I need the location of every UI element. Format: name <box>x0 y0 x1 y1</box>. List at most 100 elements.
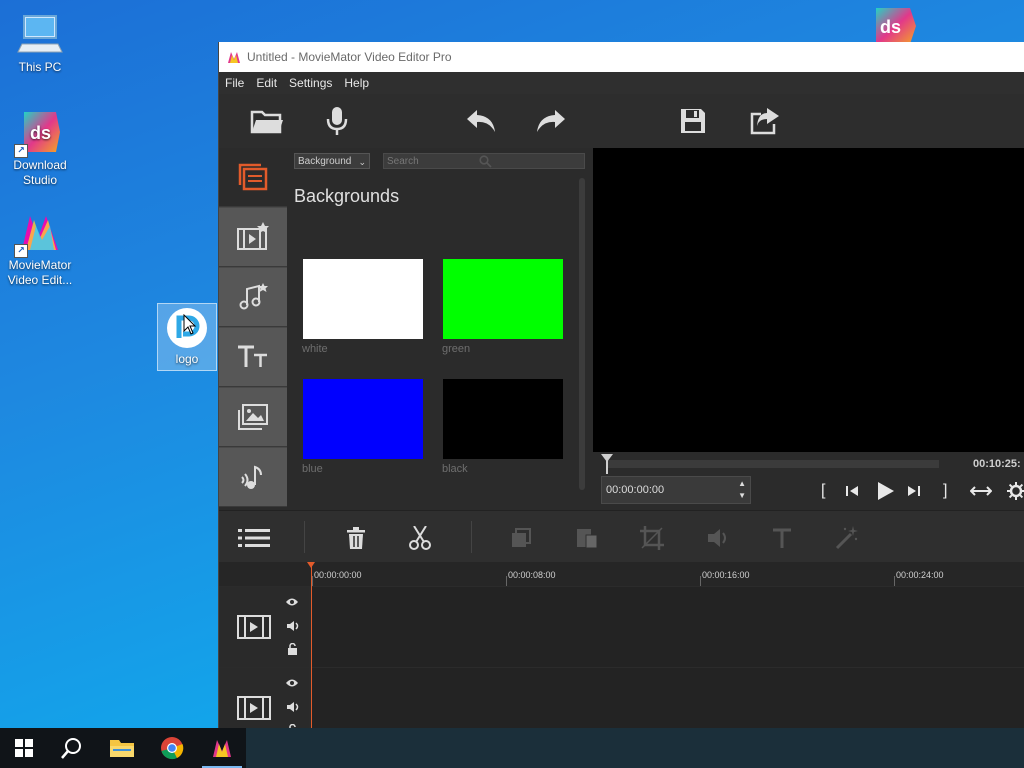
crop-button[interactable] <box>637 523 667 553</box>
export-button[interactable] <box>747 104 783 138</box>
open-button[interactable] <box>249 104 285 138</box>
swatch-label: green <box>442 343 471 355</box>
cut-icon <box>409 526 431 550</box>
timeline-menu-button[interactable] <box>237 523 271 553</box>
eye-icon[interactable] <box>285 597 299 607</box>
menu-file[interactable]: File <box>219 72 250 90</box>
window-titlebar[interactable]: Untitled - MovieMator Video Editor Pro <box>219 42 1024 73</box>
windows-logo-icon <box>15 739 33 757</box>
swatch-label: blue <box>302 463 323 475</box>
sound-effects-icon <box>241 465 262 489</box>
spin-down-icon[interactable]: ▼ <box>738 491 746 501</box>
lock-icon[interactable] <box>287 643 298 655</box>
microphone-icon <box>326 107 348 135</box>
tab-overlays[interactable] <box>219 388 287 447</box>
speaker-icon[interactable] <box>286 620 300 632</box>
paste-button[interactable] <box>572 523 602 553</box>
tab-media-library[interactable] <box>219 148 287 207</box>
speaker-icon[interactable] <box>286 701 300 713</box>
copy-button[interactable] <box>506 523 536 553</box>
window-title: Untitled - MovieMator Video Editor Pro <box>247 50 452 64</box>
volume-button[interactable] <box>703 523 733 553</box>
app-logo-icon <box>228 52 240 63</box>
preview-playhead-line <box>606 460 608 474</box>
timeline-ruler[interactable]: 00:00:00:00 00:00:08:00 00:00:16:00 00:0… <box>219 562 1024 586</box>
taskbar-search-button[interactable] <box>48 728 96 768</box>
previous-frame-icon[interactable] <box>844 483 860 499</box>
video-track-icon <box>237 615 271 639</box>
ds-badge-text: ds <box>30 123 51 143</box>
tab-sound-effects[interactable] <box>219 448 287 507</box>
preview-screen <box>593 148 1024 452</box>
undo-button[interactable] <box>463 104 499 138</box>
video-track-1 <box>219 587 1024 667</box>
overlays-icon <box>238 404 268 430</box>
timeline-toolbar <box>219 510 1024 563</box>
background-swatch-green[interactable] <box>443 259 563 339</box>
record-button[interactable] <box>319 104 355 138</box>
play-icon[interactable] <box>875 480 895 502</box>
menu-icon <box>238 529 270 547</box>
taskbar-moviemator[interactable] <box>198 728 246 768</box>
timecode-value: 00:00:00:00 <box>606 484 665 496</box>
redo-button[interactable] <box>533 104 569 138</box>
library-search-input[interactable]: Search <box>383 153 585 169</box>
background-swatch-white[interactable] <box>303 259 423 339</box>
chrome-icon <box>161 737 184 760</box>
library-side-tabs <box>219 148 287 507</box>
desktop-icon-label: MovieMator Video Edit... <box>7 258 73 287</box>
ruler-label: 00:00:16:00 <box>702 570 750 580</box>
download-studio-icon: ds ↗ <box>14 108 64 158</box>
spin-up-icon[interactable]: ▲ <box>738 479 746 489</box>
fit-width-icon[interactable] <box>970 485 992 497</box>
settings-gear-icon[interactable] <box>1007 482 1024 500</box>
preview-scrub-bar[interactable] <box>607 460 939 468</box>
desktop-icon-moviemator[interactable]: ↗ MovieMator Video Edit... <box>0 208 80 288</box>
next-frame-icon[interactable] <box>906 483 922 499</box>
menu-settings[interactable]: Settings <box>283 72 338 90</box>
download-studio-tray-icon[interactable]: ds <box>872 6 918 46</box>
search-icon <box>479 155 492 168</box>
set-out-point-button[interactable]: ] <box>943 482 947 500</box>
taskbar-chrome[interactable] <box>148 728 196 768</box>
export-icon <box>750 108 779 135</box>
text-icon <box>238 345 267 367</box>
effects-button[interactable] <box>832 523 862 553</box>
tab-text[interactable] <box>219 328 287 387</box>
search-placeholder: Search <box>387 156 419 167</box>
library-heading: Backgrounds <box>294 186 400 206</box>
corner-badge-text: ds <box>880 17 901 37</box>
background-swatch-black[interactable] <box>443 379 563 459</box>
swatch-label: white <box>302 343 328 355</box>
category-select[interactable]: Background ⌄ <box>294 153 370 169</box>
library-scrollbar[interactable] <box>579 178 585 490</box>
delete-button[interactable] <box>341 523 371 553</box>
start-button[interactable] <box>0 728 48 768</box>
redo-icon <box>537 110 565 132</box>
menu-help[interactable]: Help <box>338 72 375 90</box>
add-text-button[interactable] <box>767 523 797 553</box>
desktop-icon-download-studio[interactable]: ds ↗ Download Studio <box>0 108 80 188</box>
tab-video-effects[interactable] <box>219 208 287 267</box>
main-toolbar <box>219 94 1024 149</box>
crop-icon <box>640 526 664 550</box>
track-lane[interactable] <box>311 587 1024 667</box>
eye-icon[interactable] <box>285 678 299 688</box>
tab-music[interactable] <box>219 268 287 327</box>
desktop-icon-label: logo <box>175 352 199 366</box>
taskbar-file-explorer[interactable] <box>98 728 146 768</box>
set-in-point-button[interactable]: [ <box>821 482 825 500</box>
ruler-label: 00:00:08:00 <box>508 570 556 580</box>
desktop-icon-this-pc[interactable]: This PC <box>0 10 80 75</box>
cut-button[interactable] <box>405 523 435 553</box>
search-icon <box>61 738 81 759</box>
menu-edit[interactable]: Edit <box>250 72 283 90</box>
desktop-icon-label: This PC <box>18 60 62 74</box>
save-button[interactable] <box>675 104 711 138</box>
swatch-label: black <box>442 463 468 475</box>
library-panel: Background ⌄ Search Backgrounds white gr… <box>287 148 593 506</box>
music-icon <box>239 283 268 310</box>
timecode-field[interactable]: 00:00:00:00 ▲ ▼ <box>601 476 751 504</box>
chevron-down-icon: ⌄ <box>358 157 366 167</box>
background-swatch-blue[interactable] <box>303 379 423 459</box>
